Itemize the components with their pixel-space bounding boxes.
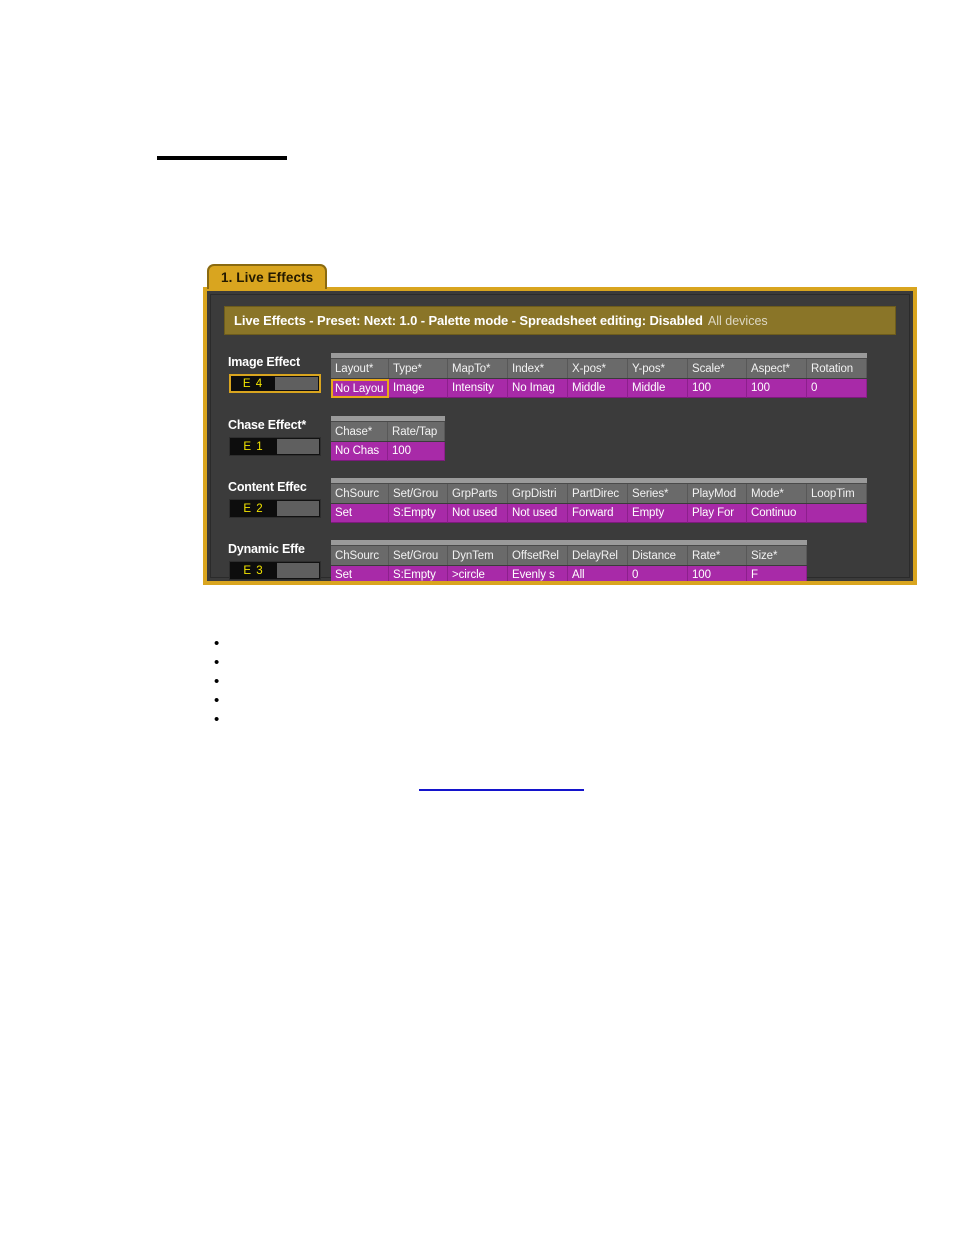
executor-id-label: E 3 xyxy=(230,562,277,579)
property-value-cell[interactable]: 100 xyxy=(388,442,445,461)
executor-fader-bar[interactable] xyxy=(277,563,319,578)
grid-header-row: ChSourc Set/Grou GrpParts GrpDistri PartDire… xyxy=(331,484,867,503)
column-header-cell[interactable]: Y-pos* xyxy=(628,359,688,378)
hyperlink-underline[interactable] xyxy=(419,789,584,791)
property-value-cell[interactable]: All xyxy=(568,566,628,581)
column-header-cell[interactable]: DynTem xyxy=(448,546,508,565)
column-header-cell[interactable]: Layout* xyxy=(331,359,389,378)
property-value-cell[interactable]: No Imag xyxy=(508,379,568,398)
executor-fader-bar[interactable] xyxy=(277,501,319,516)
column-header-cell[interactable]: Size* xyxy=(747,546,807,565)
effect-block-label: Content Effec xyxy=(228,480,307,494)
grid-value-row: Set S:Empty Not used Not used Forward Empty Pl… xyxy=(331,504,867,523)
column-header-cell[interactable]: Set/Grou xyxy=(389,546,448,565)
grid-value-row: Set S:Empty >circle Evenly s All 0 100 F xyxy=(331,566,807,581)
effect-block-label: Image Effect xyxy=(228,355,300,369)
column-header-cell[interactable]: X-pos* xyxy=(568,359,628,378)
property-value-cell[interactable]: Set xyxy=(331,504,389,523)
column-header-cell[interactable]: OffsetRel xyxy=(508,546,568,565)
tab-live-effects[interactable]: 1. Live Effects xyxy=(207,264,328,289)
column-header-cell[interactable]: Index* xyxy=(508,359,568,378)
status-bar[interactable]: Live Effects - Preset: Next: 1.0 - Palet… xyxy=(224,306,896,335)
property-value-cell[interactable]: Continuo xyxy=(747,504,807,523)
column-header-cell[interactable]: Rate/Tap xyxy=(388,422,445,441)
effect-block-label: Chase Effect* xyxy=(228,418,306,432)
effect-property-grid: Layout* Type* MapTo* Index* X-pos* Y-pos* Scal… xyxy=(331,353,867,398)
column-header-cell[interactable]: Type* xyxy=(389,359,448,378)
property-value-cell[interactable]: S:Empty xyxy=(389,504,448,523)
effect-property-grid: Chase* Rate/Tap No Chas 100 xyxy=(331,416,445,461)
grid-value-row: No Chas 100 xyxy=(331,442,445,461)
executor-button[interactable]: E 3 xyxy=(229,561,321,580)
property-value-cell[interactable]: Not used xyxy=(448,504,508,523)
column-header-cell[interactable]: Distance xyxy=(628,546,688,565)
column-header-cell[interactable]: Chase* xyxy=(331,422,388,441)
column-header-cell[interactable]: Aspect* xyxy=(747,359,807,378)
executor-id-label: E 2 xyxy=(230,500,277,517)
property-value-cell[interactable]: 100 xyxy=(688,566,747,581)
property-value-cell[interactable]: Image xyxy=(389,379,448,398)
executor-fader-bar[interactable] xyxy=(277,439,319,454)
property-value-cell[interactable]: 0 xyxy=(628,566,688,581)
property-value-cell[interactable]: Middle xyxy=(628,379,688,398)
property-value-cell[interactable]: Empty xyxy=(628,504,688,523)
column-header-cell[interactable]: Scale* xyxy=(688,359,747,378)
column-header-cell[interactable]: Rotation xyxy=(807,359,867,378)
property-value-cell[interactable]: Evenly s xyxy=(508,566,568,581)
executor-button[interactable]: E 1 xyxy=(229,437,321,456)
column-header-cell[interactable]: ChSourc xyxy=(331,484,389,503)
effect-property-grid: ChSourc Set/Grou GrpParts GrpDistri PartDire… xyxy=(331,478,867,523)
property-value-cell[interactable]: No Layou xyxy=(331,379,389,398)
column-header-cell[interactable]: LoopTim xyxy=(807,484,867,503)
property-value-cell[interactable]: Forward xyxy=(568,504,628,523)
property-value-cell[interactable]: Play For xyxy=(688,504,747,523)
grid-header-row: Chase* Rate/Tap xyxy=(331,422,445,441)
property-value-cell[interactable]: S:Empty xyxy=(389,566,448,581)
executor-fader-bar[interactable] xyxy=(275,377,318,390)
column-header-cell[interactable]: Mode* xyxy=(747,484,807,503)
property-value-cell[interactable]: Middle xyxy=(568,379,628,398)
property-value-cell[interactable]: 100 xyxy=(688,379,747,398)
column-header-cell[interactable]: Set/Grou xyxy=(389,484,448,503)
property-value-cell[interactable] xyxy=(807,504,867,523)
executor-id-label: E 4 xyxy=(231,376,275,391)
property-value-cell[interactable]: Not used xyxy=(508,504,568,523)
effect-property-grid: ChSourc Set/Grou DynTem OffsetRel DelayRel Di… xyxy=(331,540,807,581)
column-header-cell[interactable]: MapTo* xyxy=(448,359,508,378)
live-effects-panel: Live Effects - Preset: Next: 1.0 - Palet… xyxy=(203,287,917,585)
status-bar-device-scope: All devices xyxy=(707,313,768,328)
property-value-cell[interactable]: Set xyxy=(331,566,389,581)
column-header-cell[interactable]: PlayMod xyxy=(688,484,747,503)
column-header-cell[interactable]: PartDirec xyxy=(568,484,628,503)
property-value-cell[interactable]: >circle xyxy=(448,566,508,581)
tab-label: 1. Live Effects xyxy=(221,270,314,285)
bullet-list xyxy=(200,634,230,729)
grid-value-row: No Layou Image Intensity No Imag Middle Middl… xyxy=(331,379,867,398)
panel-inner: Live Effects - Preset: Next: 1.0 - Palet… xyxy=(210,294,910,581)
column-header-cell[interactable]: Rate* xyxy=(688,546,747,565)
executor-id-label: E 1 xyxy=(230,438,277,455)
effect-block-label: Dynamic Effe xyxy=(228,542,305,556)
heading-rule xyxy=(157,156,287,160)
column-header-cell[interactable]: DelayRel xyxy=(568,546,628,565)
property-value-cell[interactable]: No Chas xyxy=(331,442,388,461)
executor-button[interactable]: E 2 xyxy=(229,499,321,518)
property-value-cell[interactable]: 100 xyxy=(747,379,807,398)
executor-button[interactable]: E 4 xyxy=(229,374,321,393)
property-value-cell[interactable]: F xyxy=(747,566,807,581)
column-header-cell[interactable]: GrpDistri xyxy=(508,484,568,503)
column-header-cell[interactable]: GrpParts xyxy=(448,484,508,503)
status-bar-main-text: Live Effects - Preset: Next: 1.0 - Palet… xyxy=(234,313,703,328)
property-value-cell[interactable]: Intensity xyxy=(448,379,508,398)
property-value-cell[interactable]: 0 xyxy=(807,379,867,398)
grid-header-row: ChSourc Set/Grou DynTem OffsetRel DelayRel Di… xyxy=(331,546,807,565)
column-header-cell[interactable]: Series* xyxy=(628,484,688,503)
column-header-cell[interactable]: ChSourc xyxy=(331,546,389,565)
grid-header-row: Layout* Type* MapTo* Index* X-pos* Y-pos* Scal… xyxy=(331,359,867,378)
